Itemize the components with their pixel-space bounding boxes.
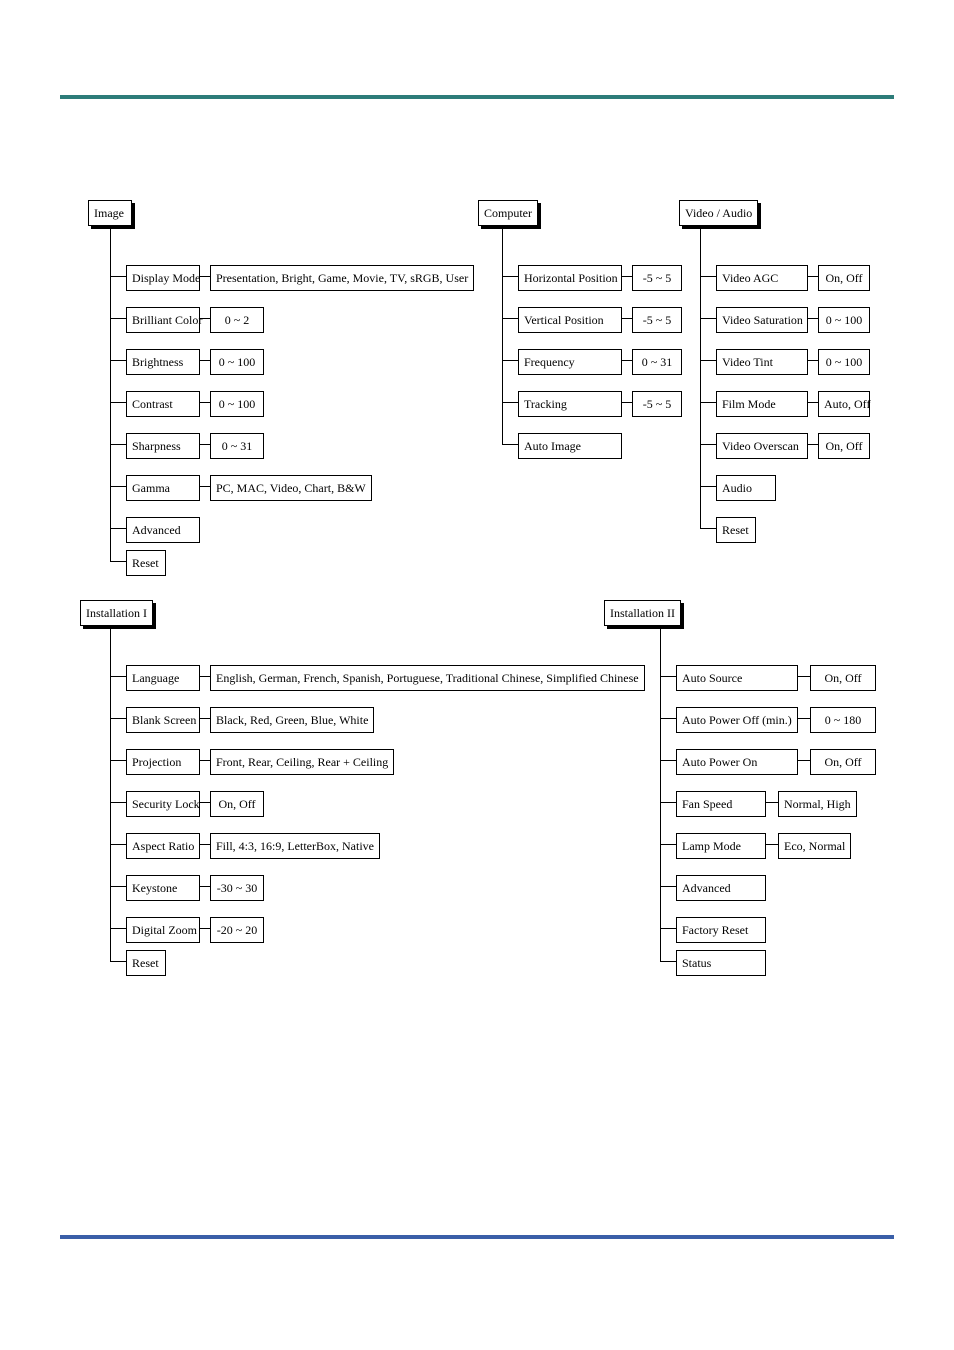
- inst1-aspect-ratio-value: Fill, 4:3, 16:9, LetterBox, Native: [210, 833, 380, 859]
- inst1-blank-screen: Blank Screen: [126, 707, 200, 733]
- menu-installation2: Installation II: [604, 600, 681, 626]
- inst2-lamp-mode-value: Eco, Normal: [778, 833, 851, 859]
- image-brightness: Brightness: [126, 349, 200, 375]
- image-brilliant-color: Brilliant Color: [126, 307, 200, 333]
- va-video-saturation-value: 0 ~ 100: [818, 307, 870, 333]
- va-reset: Reset: [716, 517, 756, 543]
- inst2-advanced: Advanced: [676, 875, 766, 901]
- image-display-mode-value: Presentation, Bright, Game, Movie, TV, s…: [210, 265, 474, 291]
- va-audio: Audio: [716, 475, 776, 501]
- va-video-saturation: Video Saturation: [716, 307, 808, 333]
- menu-installation1: Installation I: [80, 600, 153, 626]
- computer-vpos: Vertical Position: [518, 307, 622, 333]
- inst1-security-lock-value: On, Off: [210, 791, 264, 817]
- inst1-digital-zoom-value: -20 ~ 20: [210, 917, 264, 943]
- image-display-mode: Display Mode: [126, 265, 200, 291]
- inst1-aspect-ratio: Aspect Ratio: [126, 833, 200, 859]
- image-sharpness: Sharpness: [126, 433, 200, 459]
- computer-tracking-value: -5 ~ 5: [632, 391, 682, 417]
- computer-frequency: Frequency: [518, 349, 622, 375]
- image-contrast: Contrast: [126, 391, 200, 417]
- image-sharpness-value: 0 ~ 31: [210, 433, 264, 459]
- inst1-projection-value: Front, Rear, Ceiling, Rear + Ceiling: [210, 749, 394, 775]
- computer-tracking: Tracking: [518, 391, 622, 417]
- computer-hpos-value: -5 ~ 5: [632, 265, 682, 291]
- image-brilliant-color-value: 0 ~ 2: [210, 307, 264, 333]
- image-gamma: Gamma: [126, 475, 200, 501]
- inst2-auto-power-on: Auto Power On: [676, 749, 798, 775]
- image-brightness-value: 0 ~ 100: [210, 349, 264, 375]
- va-video-agc-value: On, Off: [818, 265, 870, 291]
- va-film-mode: Film Mode: [716, 391, 808, 417]
- va-video-tint: Video Tint: [716, 349, 808, 375]
- inst2-auto-power-off: Auto Power Off (min.): [676, 707, 798, 733]
- inst2-factory-reset: Factory Reset: [676, 917, 766, 943]
- inst2-status: Status: [676, 950, 766, 976]
- menu-diagram: Image Display Mode Presentation, Bright,…: [0, 0, 954, 1350]
- inst2-fan-speed: Fan Speed: [676, 791, 766, 817]
- computer-auto-image: Auto Image: [518, 433, 622, 459]
- computer-vpos-value: -5 ~ 5: [632, 307, 682, 333]
- inst1-keystone: Keystone: [126, 875, 200, 901]
- image-gamma-value: PC, MAC, Video, Chart, B&W: [210, 475, 372, 501]
- inst2-fan-speed-value: Normal, High: [778, 791, 857, 817]
- inst1-language: Language: [126, 665, 200, 691]
- inst1-language-value: English, German, French, Spanish, Portug…: [210, 665, 645, 691]
- inst1-projection: Projection: [126, 749, 200, 775]
- inst2-auto-power-off-value: 0 ~ 180: [810, 707, 876, 733]
- inst1-reset: Reset: [126, 950, 166, 976]
- va-video-overscan-value: On, Off: [818, 433, 870, 459]
- inst1-keystone-value: -30 ~ 30: [210, 875, 264, 901]
- computer-frequency-value: 0 ~ 31: [632, 349, 682, 375]
- inst1-security-lock: Security Lock: [126, 791, 200, 817]
- inst1-digital-zoom: Digital Zoom: [126, 917, 200, 943]
- va-video-agc: Video AGC: [716, 265, 808, 291]
- inst2-auto-source-value: On, Off: [810, 665, 876, 691]
- menu-computer: Computer: [478, 200, 538, 226]
- va-video-tint-value: 0 ~ 100: [818, 349, 870, 375]
- image-contrast-value: 0 ~ 100: [210, 391, 264, 417]
- inst2-lamp-mode: Lamp Mode: [676, 833, 766, 859]
- image-advanced: Advanced: [126, 517, 200, 543]
- inst2-auto-power-on-value: On, Off: [810, 749, 876, 775]
- image-reset: Reset: [126, 550, 166, 576]
- computer-hpos: Horizontal Position: [518, 265, 622, 291]
- va-video-overscan: Video Overscan: [716, 433, 808, 459]
- menu-video-audio: Video / Audio: [679, 200, 758, 226]
- menu-image: Image: [88, 200, 132, 226]
- va-film-mode-value: Auto, Off: [818, 391, 870, 417]
- inst1-blank-screen-value: Black, Red, Green, Blue, White: [210, 707, 374, 733]
- inst2-auto-source: Auto Source: [676, 665, 798, 691]
